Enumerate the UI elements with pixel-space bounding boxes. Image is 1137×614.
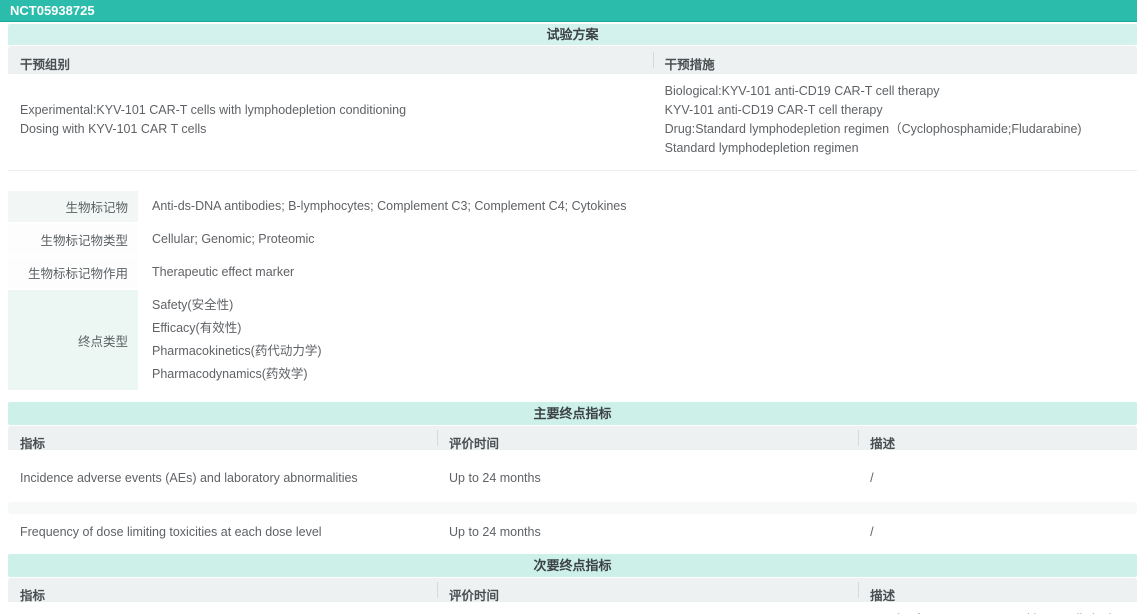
secondary-endpoints-header-row: 指标 评价时间 描述 xyxy=(8,578,1137,603)
intervention-group-line: Experimental:KYV-101 CAR-T cells with ly… xyxy=(20,103,407,117)
indicator-cell: Frequency of dose limiting toxicities at… xyxy=(20,524,322,539)
biomarker-type-value: Cellular; Genomic; Proteomic xyxy=(152,232,315,246)
primary-endpoints-title: 主要终点指标 xyxy=(8,402,1137,425)
endpoint-type-line: Pharmacokinetics(药代动力学) xyxy=(152,344,322,358)
endpoint-type-label: 终点类型 xyxy=(8,290,138,390)
indicator-column-header: 指标 xyxy=(20,589,46,603)
column-divider xyxy=(437,430,439,446)
protocol-column-header-row: 干预组别 干预措施 xyxy=(8,46,1137,74)
table-row: 生物标记物类型 Cellular; Genomic; Proteomic xyxy=(8,224,1137,255)
evaluation-time-cell: Up to 24 months xyxy=(449,524,541,539)
intervention-measure-line: KYV-101 anti-CD19 CAR-T cell therapy xyxy=(664,103,883,117)
biomarker-table: 生物标记物 Anti-ds-DNA antibodies; B-lymphocy… xyxy=(8,191,1137,390)
biomarker-role-label: 生物标标记物作用 xyxy=(8,257,138,288)
protocol-section-title: 试验方案 xyxy=(8,24,1137,45)
table-row: 终点类型 Safety(安全性) Efficacy(有效性) Pharmacok… xyxy=(8,290,1137,390)
evaluation-time-cell: Up to 24 months xyxy=(449,470,541,485)
biomarker-value: Anti-ds-DNA antibodies; B-lymphocytes; C… xyxy=(152,199,627,213)
biomarker-label: 生物标记物 xyxy=(8,191,138,222)
table-row: 生物标记物 Anti-ds-DNA antibodies; B-lymphocy… xyxy=(8,191,1137,222)
column-divider xyxy=(858,430,860,446)
intervention-measure-line: Biological:KYV-101 anti-CD19 CAR-T cell … xyxy=(664,84,940,98)
endpoint-type-line: Safety(安全性) xyxy=(152,298,234,312)
endpoint-type-line: Pharmacodynamics(药效学) xyxy=(152,367,308,381)
indicator-cell: Incidence adverse events (AEs) and labor… xyxy=(20,470,358,485)
column-divider xyxy=(652,52,654,68)
biomarker-type-label: 生物标记物类型 xyxy=(8,224,138,255)
description-cell: / xyxy=(870,470,874,485)
column-divider xyxy=(437,582,439,598)
intervention-measure-line: Standard lymphodepletion regimen xyxy=(664,141,859,155)
description-cell: / xyxy=(870,524,874,539)
indicator-column-header: 指标 xyxy=(20,437,46,451)
intervention-group-line: Dosing with KYV-101 CAR T cells xyxy=(20,122,207,136)
table-row: Frequency of dose limiting toxicities at… xyxy=(8,514,1137,550)
endpoint-type-line: Efficacy(有效性) xyxy=(152,321,242,335)
protocol-content-row: Experimental:KYV-101 CAR-T cells with ly… xyxy=(8,74,1137,171)
column-divider xyxy=(858,582,860,598)
table-row: 生物标标记物作用 Therapeutic effect marker xyxy=(8,257,1137,288)
evaluation-time-column-header: 评价时间 xyxy=(437,578,858,603)
intervention-group-cell: Experimental:KYV-101 CAR-T cells with ly… xyxy=(8,82,653,158)
nct-id: NCT05938725 xyxy=(10,3,95,18)
intervention-measures-column-header: 干预措施 xyxy=(652,46,1137,74)
biomarker-role-value: Therapeutic effect marker xyxy=(152,265,295,279)
row-separator xyxy=(8,502,1137,514)
description-column-header: 描述 xyxy=(858,578,1137,603)
intervention-group-column-header: 干预组别 xyxy=(20,58,71,72)
endpoint-type-value: Safety(安全性) Efficacy(有效性) Pharmacokineti… xyxy=(138,290,331,390)
trial-id-bar: NCT05938725 xyxy=(0,0,1137,22)
intervention-measure-line: Drug:Standard lymphodepletion regimen（Cy… xyxy=(664,122,1082,136)
description-column-header: 描述 xyxy=(858,426,1137,451)
table-row: Incidence adverse events (AEs) and labor… xyxy=(8,454,1137,502)
intervention-measures-cell: Biological:KYV-101 anti-CD19 CAR-T cell … xyxy=(653,82,1137,158)
table-row: To characterize the pharmacokinetics (PK… xyxy=(8,606,1137,614)
evaluation-time-column-header: 评价时间 xyxy=(437,426,858,451)
primary-endpoints-header-row: 指标 评价时间 描述 xyxy=(8,426,1137,451)
trial-detail-page: 试验方案 干预组别 干预措施 Experimental:KYV-101 CAR-… xyxy=(8,24,1137,614)
secondary-endpoints-title: 次要终点指标 xyxy=(8,554,1137,577)
